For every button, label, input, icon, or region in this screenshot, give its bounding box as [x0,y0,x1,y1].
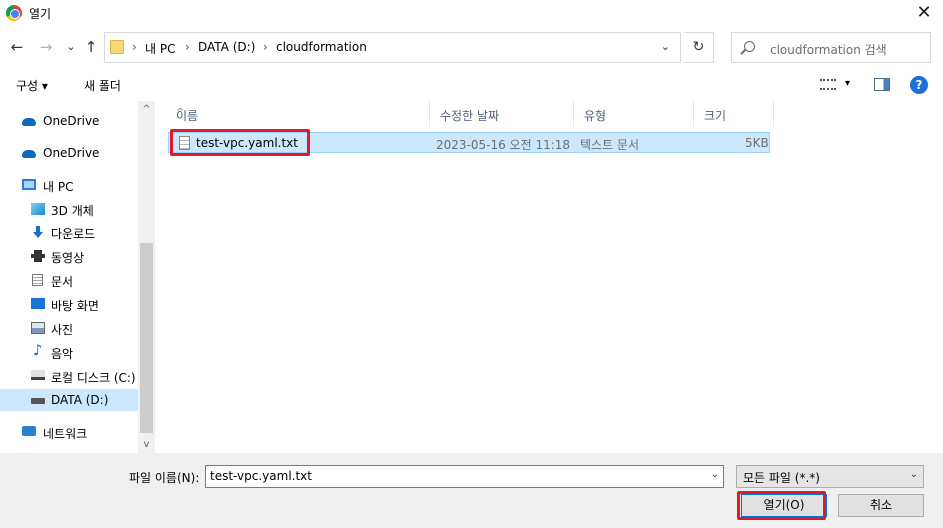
sidebar-item-documents[interactable]: 문서 [0,269,138,291]
title-bar: 열기 ✕ [0,0,943,26]
film-icon [31,250,45,262]
scroll-down-button[interactable]: v [138,436,155,453]
filetype-select[interactable]: 모든 파일 (*.*) ⌄ [736,465,924,488]
refresh-button[interactable]: ↻ [684,32,714,63]
sidebar-item-music[interactable]: ♪ 음악 [0,341,138,363]
computer-icon [22,179,36,190]
download-icon [33,226,43,238]
column-header-size[interactable]: 크기 [694,101,774,127]
forward-button[interactable]: → [37,38,55,56]
file-row[interactable]: test-vpc.yaml.txt 2023-05-16 오전 11:18 텍스… [168,132,770,153]
sidebar-item-label: 로컬 디스크 (C:) [51,371,136,385]
drive-icon [31,370,45,380]
breadcrumb-item-cloudformation[interactable]: cloudformation [276,40,367,54]
close-button[interactable]: ✕ [913,2,935,24]
window-title: 열기 [29,7,52,21]
breadcrumb-separator: › [132,40,137,54]
chrome-icon [6,5,22,21]
music-note-icon: ♪ [33,341,43,359]
sidebar-item-desktop[interactable]: 바탕 화면 [0,293,138,315]
cube-icon [31,203,45,215]
sidebar-item-label: 3D 개체 [51,204,94,218]
organize-button[interactable]: 구성 ▾ [16,77,48,94]
address-bar[interactable]: › 내 PC › DATA (D:) › cloudformation ⌄ [104,32,681,63]
desktop-icon [31,298,45,309]
sidebar-item-onedrive[interactable]: OneDrive [0,110,138,132]
sidebar-item-label: 바탕 화면 [51,299,99,313]
sidebar-item-this-pc[interactable]: 내 PC [0,174,138,196]
folder-icon [110,40,124,54]
onedrive-icon [22,150,36,158]
navigation-pane: OneDrive OneDrive 내 PC 3D 개체 다운로드 동영상 문서… [0,101,156,453]
scroll-thumb[interactable] [140,243,153,433]
sidebar-item-label: 음악 [51,347,74,361]
search-icon [744,41,755,52]
filename-label: 파일 이름(N): [129,471,200,485]
file-list: 이름 ^ 수정한 날짜 유형 크기 test-vpc.yaml.txt 2023… [158,101,943,453]
new-folder-button[interactable]: 새 폴더 [84,77,121,94]
sidebar-scrollbar[interactable]: ^ v [138,101,155,453]
sidebar-item-label: OneDrive [43,146,100,160]
sidebar-item-label: 내 PC [43,180,74,194]
sidebar-item-label: OneDrive [43,114,100,128]
cancel-button[interactable]: 취소 [838,494,924,517]
sidebar-item-pictures[interactable]: 사진 [0,317,138,339]
sidebar-item-downloads[interactable]: 다운로드 [0,221,138,243]
column-header-modified[interactable]: 수정한 날짜 [430,101,574,127]
drive-icon [31,398,45,404]
breadcrumb-item-pc[interactable]: 내 PC [145,40,175,57]
caret-down-icon[interactable]: ▾ [845,78,850,89]
breadcrumb-separator: › [263,40,268,54]
text-file-icon [179,136,190,150]
sidebar-item-network[interactable]: 네트워크 [0,421,138,443]
sidebar-item-label: 네트워크 [43,427,88,441]
open-button[interactable]: 열기(O) [741,494,827,517]
navigation-bar: ← → ⌄ ↑ › 내 PC › DATA (D:) › cloudformat… [0,30,943,64]
search-box[interactable]: cloudformation 검색 [731,32,931,63]
breadcrumb-item-data-drive[interactable]: DATA (D:) [198,40,255,54]
document-icon [32,274,43,286]
dialog-footer: 파일 이름(N): test-vpc.yaml.txt ⌄ 모든 파일 (*.*… [0,453,943,528]
sidebar-item-3d-objects[interactable]: 3D 개체 [0,198,138,220]
recent-locations-button[interactable]: ⌄ [62,38,80,56]
file-type: 텍스트 문서 [580,138,640,152]
sidebar-item-label: 동영상 [51,251,85,265]
file-modified: 2023-05-16 오전 11:18 [436,138,571,152]
column-header-type[interactable]: 유형 [574,101,694,127]
sidebar-item-data-d[interactable]: DATA (D:) [0,389,138,411]
sidebar-item-label: DATA (D:) [51,393,109,407]
pictures-icon [31,322,45,334]
file-size: 5KB [745,136,769,150]
sort-ascending-icon: ^ [176,107,185,118]
sidebar-item-label: 사진 [51,323,74,337]
onedrive-icon [22,118,36,126]
sidebar-item-local-disk-c[interactable]: 로컬 디스크 (C:) [0,365,138,387]
column-header-name[interactable]: 이름 ^ [166,101,430,127]
filename-value: test-vpc.yaml.txt [210,469,312,483]
search-input[interactable]: cloudformation 검색 [770,41,887,58]
sidebar-item-onedrive-2[interactable]: OneDrive [0,142,138,164]
file-name: test-vpc.yaml.txt [196,136,298,150]
up-button[interactable]: ↑ [82,38,100,56]
sidebar-item-label: 다운로드 [51,227,96,241]
command-bar: 구성 ▾ 새 폴더 ▾ ? [0,70,943,100]
preview-pane-icon[interactable] [874,78,890,91]
breadcrumb-separator: › [185,40,190,54]
sidebar-item-label: 문서 [51,275,74,289]
scroll-up-button[interactable]: ^ [138,101,155,118]
help-icon[interactable]: ? [910,76,928,94]
view-options-icon[interactable] [820,79,836,90]
chevron-down-icon[interactable]: ⌄ [711,469,719,480]
chevron-down-icon[interactable]: ⌄ [661,40,670,53]
network-icon [22,426,36,436]
back-button[interactable]: ← [8,38,26,56]
filename-input[interactable]: test-vpc.yaml.txt ⌄ [205,465,724,488]
chevron-down-icon[interactable]: ⌄ [910,469,918,480]
sidebar-item-videos[interactable]: 동영상 [0,245,138,267]
filetype-value: 모든 파일 (*.*) [743,471,820,485]
